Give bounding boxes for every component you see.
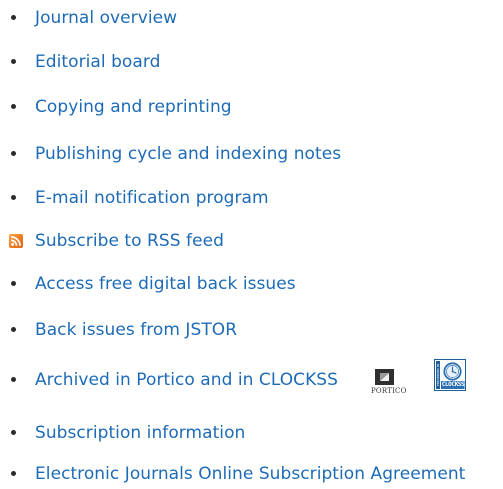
list-item-email-notification: E-mail notification program (0, 186, 503, 210)
list-item-archived: Archived in Portico and in CLOCKSS PORTI… (0, 359, 503, 408)
list-item-jstor: Back issues from JSTOR (0, 318, 503, 342)
list-item-subscription-agreement: Electronic Journals Online Subscription … (0, 462, 503, 486)
list-item-free-back-issues: Access free digital back issues (0, 272, 503, 296)
list-item-journal-overview: Journal overview (0, 6, 503, 30)
portico-logo-icon (375, 369, 394, 385)
rss-feed-icon[interactable] (9, 234, 23, 248)
bullet-icon (11, 15, 16, 20)
clockss-side-label: PRESERVED IN (436, 364, 440, 386)
bullet-icon (11, 430, 16, 435)
subscription-information-link[interactable]: Subscription information (35, 421, 245, 445)
portico-label: PORTICO (371, 387, 407, 395)
editorial-board-link[interactable]: Editorial board (35, 50, 160, 74)
free-back-issues-link[interactable]: Access free digital back issues (35, 272, 296, 296)
clockss-badge[interactable]: CLOCKSS PRESERVED IN (434, 359, 466, 391)
rss-feed-link[interactable]: Subscribe to RSS feed (35, 229, 224, 253)
jstor-back-issues-link[interactable]: Back issues from JSTOR (35, 318, 237, 342)
bullet-icon (11, 327, 16, 332)
journal-overview-link[interactable]: Journal overview (35, 6, 177, 30)
email-notification-link[interactable]: E-mail notification program (35, 186, 269, 210)
bullet-icon (11, 281, 16, 286)
portico-badge[interactable]: PORTICO (370, 367, 408, 399)
list-item-copying-reprinting: Copying and reprinting (0, 95, 503, 119)
archived-portico-clockss-link[interactable]: Archived in Portico and in CLOCKSS (35, 368, 338, 392)
list-item-editorial-board: Editorial board (0, 50, 503, 74)
copying-reprinting-link[interactable]: Copying and reprinting (35, 95, 232, 119)
subscription-agreement-link[interactable]: Electronic Journals Online Subscription … (35, 462, 465, 486)
list-item-rss-feed: Subscribe to RSS feed (0, 229, 503, 253)
bullet-icon (11, 59, 16, 64)
bullet-icon (11, 377, 16, 382)
bullet-icon (11, 471, 16, 476)
list-item-publishing-cycle: Publishing cycle and indexing notes (0, 142, 503, 166)
publishing-cycle-link[interactable]: Publishing cycle and indexing notes (35, 142, 341, 166)
bullet-icon (11, 151, 16, 156)
bullet-icon (11, 195, 16, 200)
list-item-subscription-info: Subscription information (0, 421, 503, 445)
bullet-icon (11, 104, 16, 109)
clockss-label: CLOCKSS (441, 381, 465, 388)
